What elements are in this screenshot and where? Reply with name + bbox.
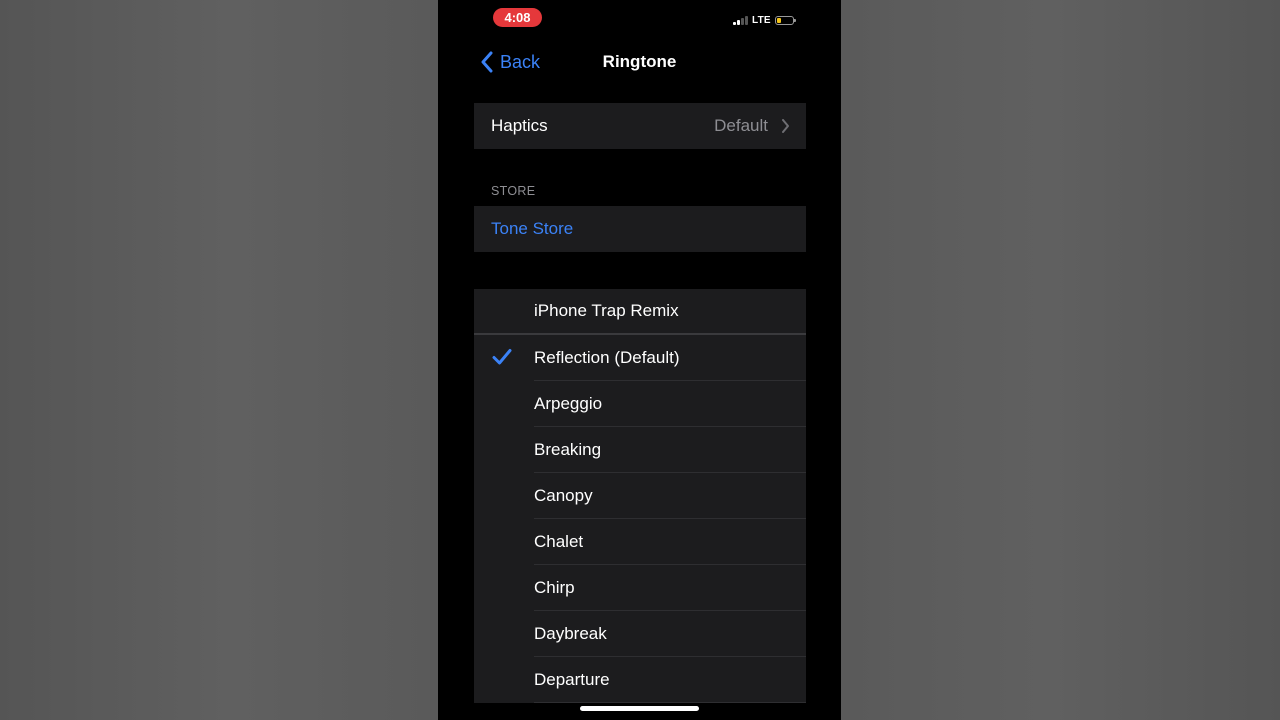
back-label: Back xyxy=(500,51,541,72)
network-type-label: LTE xyxy=(752,14,771,26)
tone-store-row[interactable]: Tone Store xyxy=(474,206,806,252)
phone-screen: 4:08 LTE Ringtone Back Haptics Default S… xyxy=(438,0,841,720)
store-group: Tone Store xyxy=(474,206,806,252)
status-indicators: LTE xyxy=(733,13,796,27)
ringtone-list: iPhone Trap Remix Reflection (Default) A… xyxy=(474,289,806,703)
chevron-right-icon xyxy=(782,119,789,133)
haptics-row[interactable]: Haptics Default xyxy=(474,103,806,149)
ringtone-label: iPhone Trap Remix xyxy=(534,301,679,320)
ringtone-label: Arpeggio xyxy=(534,393,603,413)
ringtone-item[interactable]: Chalet xyxy=(534,519,806,565)
tone-store-link[interactable]: Tone Store xyxy=(491,219,573,239)
battery-icon xyxy=(774,15,796,25)
haptics-value: Default xyxy=(714,116,768,135)
signal-strength-icon xyxy=(733,15,748,25)
ringtone-item[interactable]: Breaking xyxy=(534,427,806,473)
ringtone-label: Chalet xyxy=(534,531,584,551)
haptics-label: Haptics xyxy=(491,116,548,135)
navigation-bar: Ringtone Back xyxy=(438,40,841,84)
ringtone-item[interactable]: Reflection (Default) xyxy=(492,335,806,381)
ringtone-item[interactable]: Daybreak xyxy=(534,611,806,657)
back-button[interactable]: Back xyxy=(480,50,540,74)
ringtone-label: Chirp xyxy=(534,577,575,597)
status-time: 4:08 xyxy=(493,8,542,27)
ringtone-item[interactable]: Departure xyxy=(534,657,806,703)
ringtone-item[interactable]: Chirp xyxy=(534,565,806,611)
ringtone-label: Reflection (Default) xyxy=(534,347,680,367)
checkmark-icon xyxy=(492,349,512,365)
ringtone-item[interactable]: Canopy xyxy=(534,473,806,519)
ringtone-label: Breaking xyxy=(534,439,602,459)
ringtone-item[interactable]: Arpeggio xyxy=(534,381,806,427)
ringtone-item-custom[interactable]: iPhone Trap Remix xyxy=(474,289,806,335)
home-indicator[interactable] xyxy=(580,706,699,711)
haptics-group: Haptics Default xyxy=(474,103,806,149)
chevron-left-icon xyxy=(481,51,493,73)
store-section-header: STORE xyxy=(491,184,536,198)
status-bar: 4:08 LTE xyxy=(438,0,841,36)
ringtone-label: Departure xyxy=(534,669,610,689)
ringtone-label: Canopy xyxy=(534,485,593,505)
ringtone-label: Daybreak xyxy=(534,623,607,643)
